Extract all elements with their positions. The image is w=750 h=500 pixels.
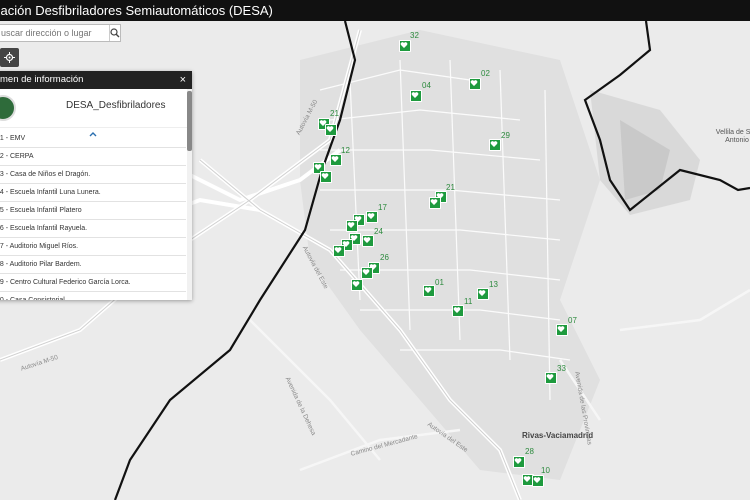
panel-title: men de información: [0, 74, 84, 85]
desa-marker[interactable]: [545, 372, 557, 384]
close-button[interactable]: ×: [180, 71, 186, 89]
desa-marker[interactable]: [452, 305, 464, 317]
search-input[interactable]: [0, 25, 109, 41]
search-icon: [110, 28, 120, 38]
desa-marker-label: 10: [541, 466, 550, 475]
desa-marker[interactable]: [410, 90, 422, 102]
desa-marker[interactable]: [366, 211, 378, 223]
desa-marker[interactable]: [399, 40, 411, 52]
list-item[interactable]: 04 - Escuela Infantil Luna Lunera.: [0, 184, 186, 202]
desa-marker-label: 32: [410, 31, 419, 40]
list-item[interactable]: 01 - EMV: [0, 130, 186, 148]
desa-marker[interactable]: [532, 475, 544, 487]
desa-marker-label: 01: [435, 278, 444, 287]
info-summary-panel: men de información × DESA_Desfibriladore…: [0, 71, 192, 300]
list-item[interactable]: 09 - Centro Cultural Federico García Lor…: [0, 274, 186, 292]
app-title: zación Desfibriladores Semiautomáticos (…: [0, 3, 273, 18]
desa-marker-label: 02: [481, 69, 490, 78]
scrollbar-thumb[interactable]: [187, 91, 192, 151]
desa-marker-label: 28: [525, 447, 534, 456]
list-item[interactable]: 02 - CERPA: [0, 148, 186, 166]
desa-marker-label: 24: [374, 227, 383, 236]
desa-marker-label: 26: [380, 253, 389, 262]
desa-marker[interactable]: [477, 288, 489, 300]
desa-marker-label: 07: [568, 316, 577, 325]
desa-marker[interactable]: [556, 324, 568, 336]
desa-marker[interactable]: [489, 139, 501, 151]
desa-marker-label: 17: [378, 203, 387, 212]
locate-icon: [4, 52, 15, 63]
list-item[interactable]: 07 - Auditorio Miguel Ríos.: [0, 238, 186, 256]
feature-list: 01 - EMV 02 - CERPA 03 - Casa de Niños e…: [0, 130, 186, 300]
list-item[interactable]: 08 - Auditorio Pilar Bardem.: [0, 256, 186, 274]
app-title-bar: zación Desfibriladores Semiautomáticos (…: [0, 0, 750, 21]
layer-symbol-icon: [0, 95, 16, 121]
search-button[interactable]: [109, 25, 120, 41]
list-item[interactable]: 10 - Casa Consistorial: [0, 292, 186, 300]
desa-marker-label: 04: [422, 81, 431, 90]
desa-marker[interactable]: [361, 267, 373, 279]
desa-marker[interactable]: [346, 220, 358, 232]
place-label-rivas: Rivas-Vaciamadrid: [522, 431, 594, 440]
desa-marker[interactable]: [429, 197, 441, 209]
desa-marker-label: 12: [341, 146, 350, 155]
panel-scrollbar[interactable]: [187, 89, 192, 300]
desa-marker[interactable]: [469, 78, 481, 90]
desa-marker[interactable]: [351, 279, 363, 291]
locate-button[interactable]: [0, 48, 19, 67]
layer-name: DESA_Desfibriladores: [66, 100, 166, 111]
list-item[interactable]: 05 - Escuela Infantil Platero: [0, 202, 186, 220]
list-item[interactable]: 06 - Escuela Infantil Rayuela.: [0, 220, 186, 238]
desa-marker-label: 21: [446, 183, 455, 192]
desa-marker[interactable]: [333, 245, 345, 257]
desa-marker[interactable]: [513, 456, 525, 468]
desa-marker[interactable]: [320, 171, 332, 183]
list-item[interactable]: 03 - Casa de Niños el Dragón.: [0, 166, 186, 184]
search-box: [0, 24, 121, 42]
desa-marker[interactable]: [423, 285, 435, 297]
desa-marker-label: 29: [501, 131, 510, 140]
desa-marker[interactable]: [330, 154, 342, 166]
desa-marker[interactable]: [362, 235, 374, 247]
desa-marker[interactable]: [325, 124, 337, 136]
desa-marker-label: 21: [330, 109, 339, 118]
desa-marker-label: 13: [489, 280, 498, 289]
desa-marker-label: 33: [557, 364, 566, 373]
panel-header: men de información ×: [0, 71, 192, 89]
desa-marker-label: 11: [464, 297, 473, 306]
layer-header[interactable]: DESA_Desfibriladores: [0, 89, 192, 128]
place-label-vellila: Vellila de San Antonio: [715, 129, 750, 144]
